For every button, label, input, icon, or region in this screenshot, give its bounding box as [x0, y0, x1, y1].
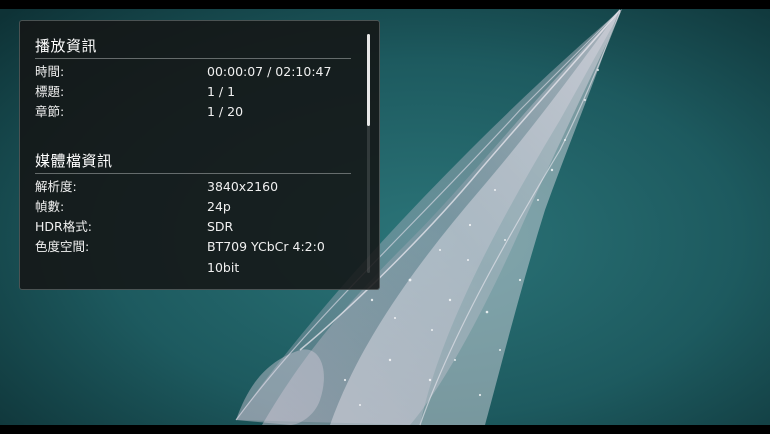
info-row-time: 時間: 00:00:07 / 02:10:47 [35, 63, 355, 81]
info-label: 色度空間: [35, 239, 90, 254]
playback-divider [35, 58, 351, 59]
info-value: 24p [207, 199, 231, 214]
info-value: 10bit [207, 260, 240, 275]
info-value: SDR [207, 219, 234, 234]
info-value: BT709 YCbCr 4:2:0 [207, 239, 325, 254]
info-value: 00:00:07 / 02:10:47 [207, 64, 332, 79]
info-label: 標題: [35, 84, 65, 99]
panel-scrollbar[interactable] [367, 34, 370, 273]
info-row-chapter: 章節: 1 / 20 [35, 103, 355, 121]
info-value: 3840x2160 [207, 179, 279, 194]
info-row-colorspace: 色度空間: BT709 YCbCr 4:2:0 [35, 238, 355, 256]
playback-info-title: 播放資訊 [35, 37, 98, 55]
info-value: 1 / 1 [207, 84, 236, 99]
info-value: 1 / 20 [207, 104, 244, 119]
info-row-framerate: 幀數: 24p [35, 198, 355, 216]
info-label: 章節: [35, 104, 65, 119]
info-row-hdr: HDR格式: SDR [35, 218, 355, 236]
info-label: 解析度: [35, 179, 77, 194]
info-row-bitdepth: 10bit [35, 259, 355, 277]
media-info-title: 媒體檔資訊 [35, 152, 113, 170]
info-label: HDR格式: [35, 219, 92, 234]
media-divider [35, 173, 351, 174]
info-label: 幀數: [35, 199, 65, 214]
info-panel: 播放資訊 時間: 00:00:07 / 02:10:47 標題: 1 / 1 章… [19, 20, 380, 290]
scrollbar-thumb[interactable] [367, 34, 370, 126]
info-row-title: 標題: 1 / 1 [35, 83, 355, 101]
info-row-resolution: 解析度: 3840x2160 [35, 178, 355, 196]
info-label: 時間: [35, 64, 65, 79]
